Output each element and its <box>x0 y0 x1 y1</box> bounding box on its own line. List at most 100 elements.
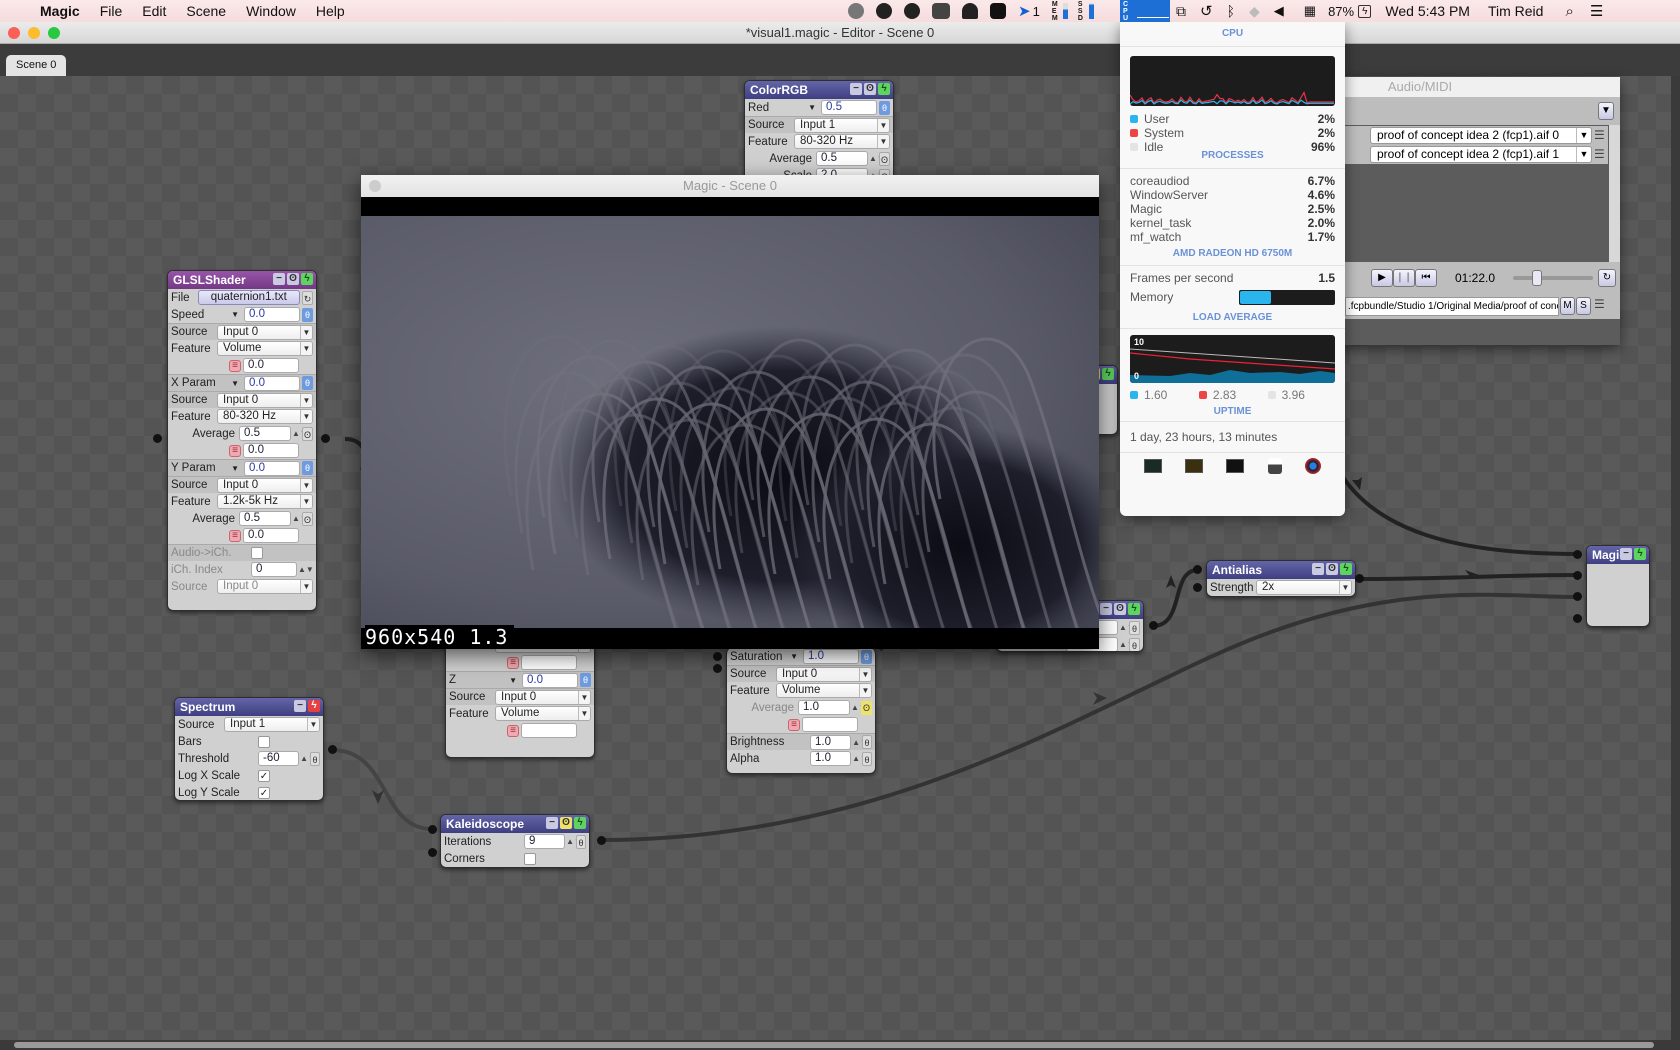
spotlight-search-icon[interactable]: ⌕ <box>1565 3 1573 20</box>
zoom-button[interactable] <box>48 27 60 39</box>
kaleidoscope-node[interactable]: Kaleidoscope − ʘ ϟ Iterations 9 ▲▼ θ Corners <box>440 814 590 868</box>
node-header[interactable]: ColorRGB − ʘ ϟ <box>745 81 893 99</box>
link-icon[interactable]: θ <box>1129 620 1140 635</box>
pause-button[interactable]: ❙❙ <box>1393 269 1415 287</box>
playback-slider[interactable] <box>1513 270 1593 286</box>
link-icon[interactable]: θ <box>302 461 313 475</box>
menu-magic[interactable]: Magic <box>40 3 80 19</box>
equalizer-icon[interactable]: ≡ <box>507 656 519 669</box>
console-icon[interactable] <box>1185 459 1204 473</box>
dropdown[interactable]: Input 0 <box>217 477 313 493</box>
notification-center-icon[interactable]: ☰ <box>1590 2 1603 20</box>
listen-button[interactable]: ʘ <box>1326 563 1338 575</box>
volume-icon[interactable]: ◀ <box>1274 3 1284 19</box>
input-port[interactable] <box>1193 565 1202 574</box>
chevron-down-icon[interactable]: ▼ <box>808 103 816 112</box>
dropdown[interactable]: Input 0 <box>217 392 313 408</box>
battery-charging-icon[interactable]: ϟ <box>1358 4 1372 18</box>
value-input[interactable]: 0.0 <box>243 528 299 543</box>
link-icon[interactable]: θ <box>1129 637 1140 651</box>
number-input[interactable]: 0.5 <box>239 426 291 441</box>
dropdown[interactable]: 2x <box>1256 580 1352 595</box>
enable-button[interactable]: ϟ <box>1340 563 1352 575</box>
cpu-menu-item[interactable]: CPU <box>1120 0 1170 22</box>
dropdown[interactable]: Volume <box>217 341 313 356</box>
scrollbar-thumb[interactable] <box>14 1042 1654 1048</box>
1password-icon[interactable] <box>876 3 892 19</box>
mem-label[interactable]: MEM <box>1052 1 1060 22</box>
number-input[interactable]: -60 <box>258 751 300 766</box>
input-port[interactable] <box>153 434 162 443</box>
input-port[interactable] <box>1573 571 1582 580</box>
enable-button[interactable]: ϟ <box>574 817 586 829</box>
add-input-dropdown[interactable]: ▼ <box>1598 102 1614 120</box>
process-row[interactable]: mf_watch 1.7% <box>1130 230 1335 244</box>
link-icon[interactable]: θ <box>302 307 313 322</box>
rewind-button[interactable]: ⏮ <box>1415 269 1437 287</box>
stepper[interactable]: ▲▼ <box>852 738 868 746</box>
bluetooth-icon[interactable]: ᛒ <box>1227 3 1235 19</box>
listen-button[interactable]: ʘ <box>560 817 572 829</box>
stepper[interactable]: ▲▼ <box>566 838 582 846</box>
dropdown[interactable]: Input 1 <box>794 117 890 133</box>
checkbox[interactable] <box>251 547 263 559</box>
param-value-input[interactable]: 0.0 <box>522 672 578 688</box>
dropdown[interactable]: Volume <box>495 706 591 721</box>
menu-edit[interactable]: Edit <box>142 3 166 19</box>
number-input[interactable]: 9 <box>524 834 566 849</box>
value-input[interactable] <box>802 717 858 732</box>
stepper[interactable]: ▲▼ <box>1119 624 1135 632</box>
bell-icon[interactable] <box>962 3 978 19</box>
input-port[interactable] <box>428 825 437 834</box>
param-value-input[interactable]: 1.0 <box>803 649 859 664</box>
preview-title-bar[interactable]: Magic - Scene 0 <box>361 175 1099 197</box>
display-mirror-icon[interactable]: ⧉ <box>1176 3 1186 20</box>
output-port[interactable] <box>321 434 330 443</box>
minimize-node-button[interactable]: − <box>546 817 558 829</box>
output-port[interactable] <box>328 745 337 754</box>
value-input[interactable] <box>521 655 577 670</box>
tab-scene-0[interactable]: Scene 0 <box>6 55 67 76</box>
menu-scene[interactable]: Scene <box>186 3 226 19</box>
number-input[interactable]: 0 <box>251 562 297 577</box>
menu-icon[interactable]: ☰ <box>1594 297 1606 311</box>
cursor-icon[interactable]: ➤ <box>1018 2 1031 20</box>
dropdown[interactable]: 80-320 Hz <box>217 409 313 424</box>
menu-icon[interactable]: ☰ <box>1594 147 1606 161</box>
battery-percent[interactable]: 87% <box>1328 4 1354 19</box>
clock[interactable]: Wed 5:43 PM <box>1385 3 1470 19</box>
chevron-down-icon[interactable]: ▼ <box>790 652 798 661</box>
stepper[interactable]: ▲▼ <box>869 155 885 163</box>
enable-button[interactable]: ϟ <box>1128 603 1140 615</box>
calendar-icon[interactable]: ▦ <box>1304 3 1316 19</box>
time-machine-icon[interactable]: ↺ <box>1200 2 1213 20</box>
dropdown[interactable]: Input 0 <box>217 579 313 594</box>
chevron-down-icon[interactable]: ▼ <box>231 310 239 319</box>
number-input[interactable]: 0.5 <box>816 151 868 166</box>
link-icon[interactable]: θ <box>576 834 586 849</box>
output-port[interactable] <box>597 836 606 845</box>
antialias-node[interactable]: Antialias − ʘ ϟ Strength 2x <box>1206 560 1356 597</box>
number-input[interactable]: 1.0 <box>810 734 852 750</box>
reload-icon[interactable]: ↻ <box>302 290 313 305</box>
menu-window[interactable]: Window <box>246 3 296 19</box>
equalizer-icon[interactable]: ≡ <box>507 724 519 737</box>
param-value-input[interactable]: 0.0 <box>244 460 300 476</box>
audio-input-select[interactable]: proof of concept idea 2 (fcp1).aif 0 <box>1370 127 1592 144</box>
dropdown[interactable]: Input 1 <box>224 717 320 732</box>
chevron-down-icon[interactable]: ▼ <box>231 379 239 388</box>
audio-input-select[interactable]: proof of concept idea 2 (fcp1).aif 1 <box>1370 146 1592 163</box>
listen-icon[interactable]: ʘ <box>302 426 313 441</box>
close-button[interactable] <box>8 27 20 39</box>
input-port[interactable] <box>713 652 722 661</box>
checkbox[interactable]: ✓ <box>258 786 270 799</box>
node-header[interactable]: Antialias − ʘ ϟ <box>1207 561 1355 579</box>
screen-icon[interactable] <box>990 3 1006 19</box>
minimize-node-button[interactable]: − <box>1100 603 1112 615</box>
terminal-icon[interactable] <box>1226 459 1245 473</box>
input-port[interactable] <box>1193 583 1202 592</box>
value-input[interactable]: 0.0 <box>243 358 299 373</box>
node-header[interactable]: Spectrum − ϟ <box>175 698 323 716</box>
listen-button[interactable]: ʘ <box>287 273 299 285</box>
play-button[interactable]: ▶ <box>1371 269 1393 287</box>
